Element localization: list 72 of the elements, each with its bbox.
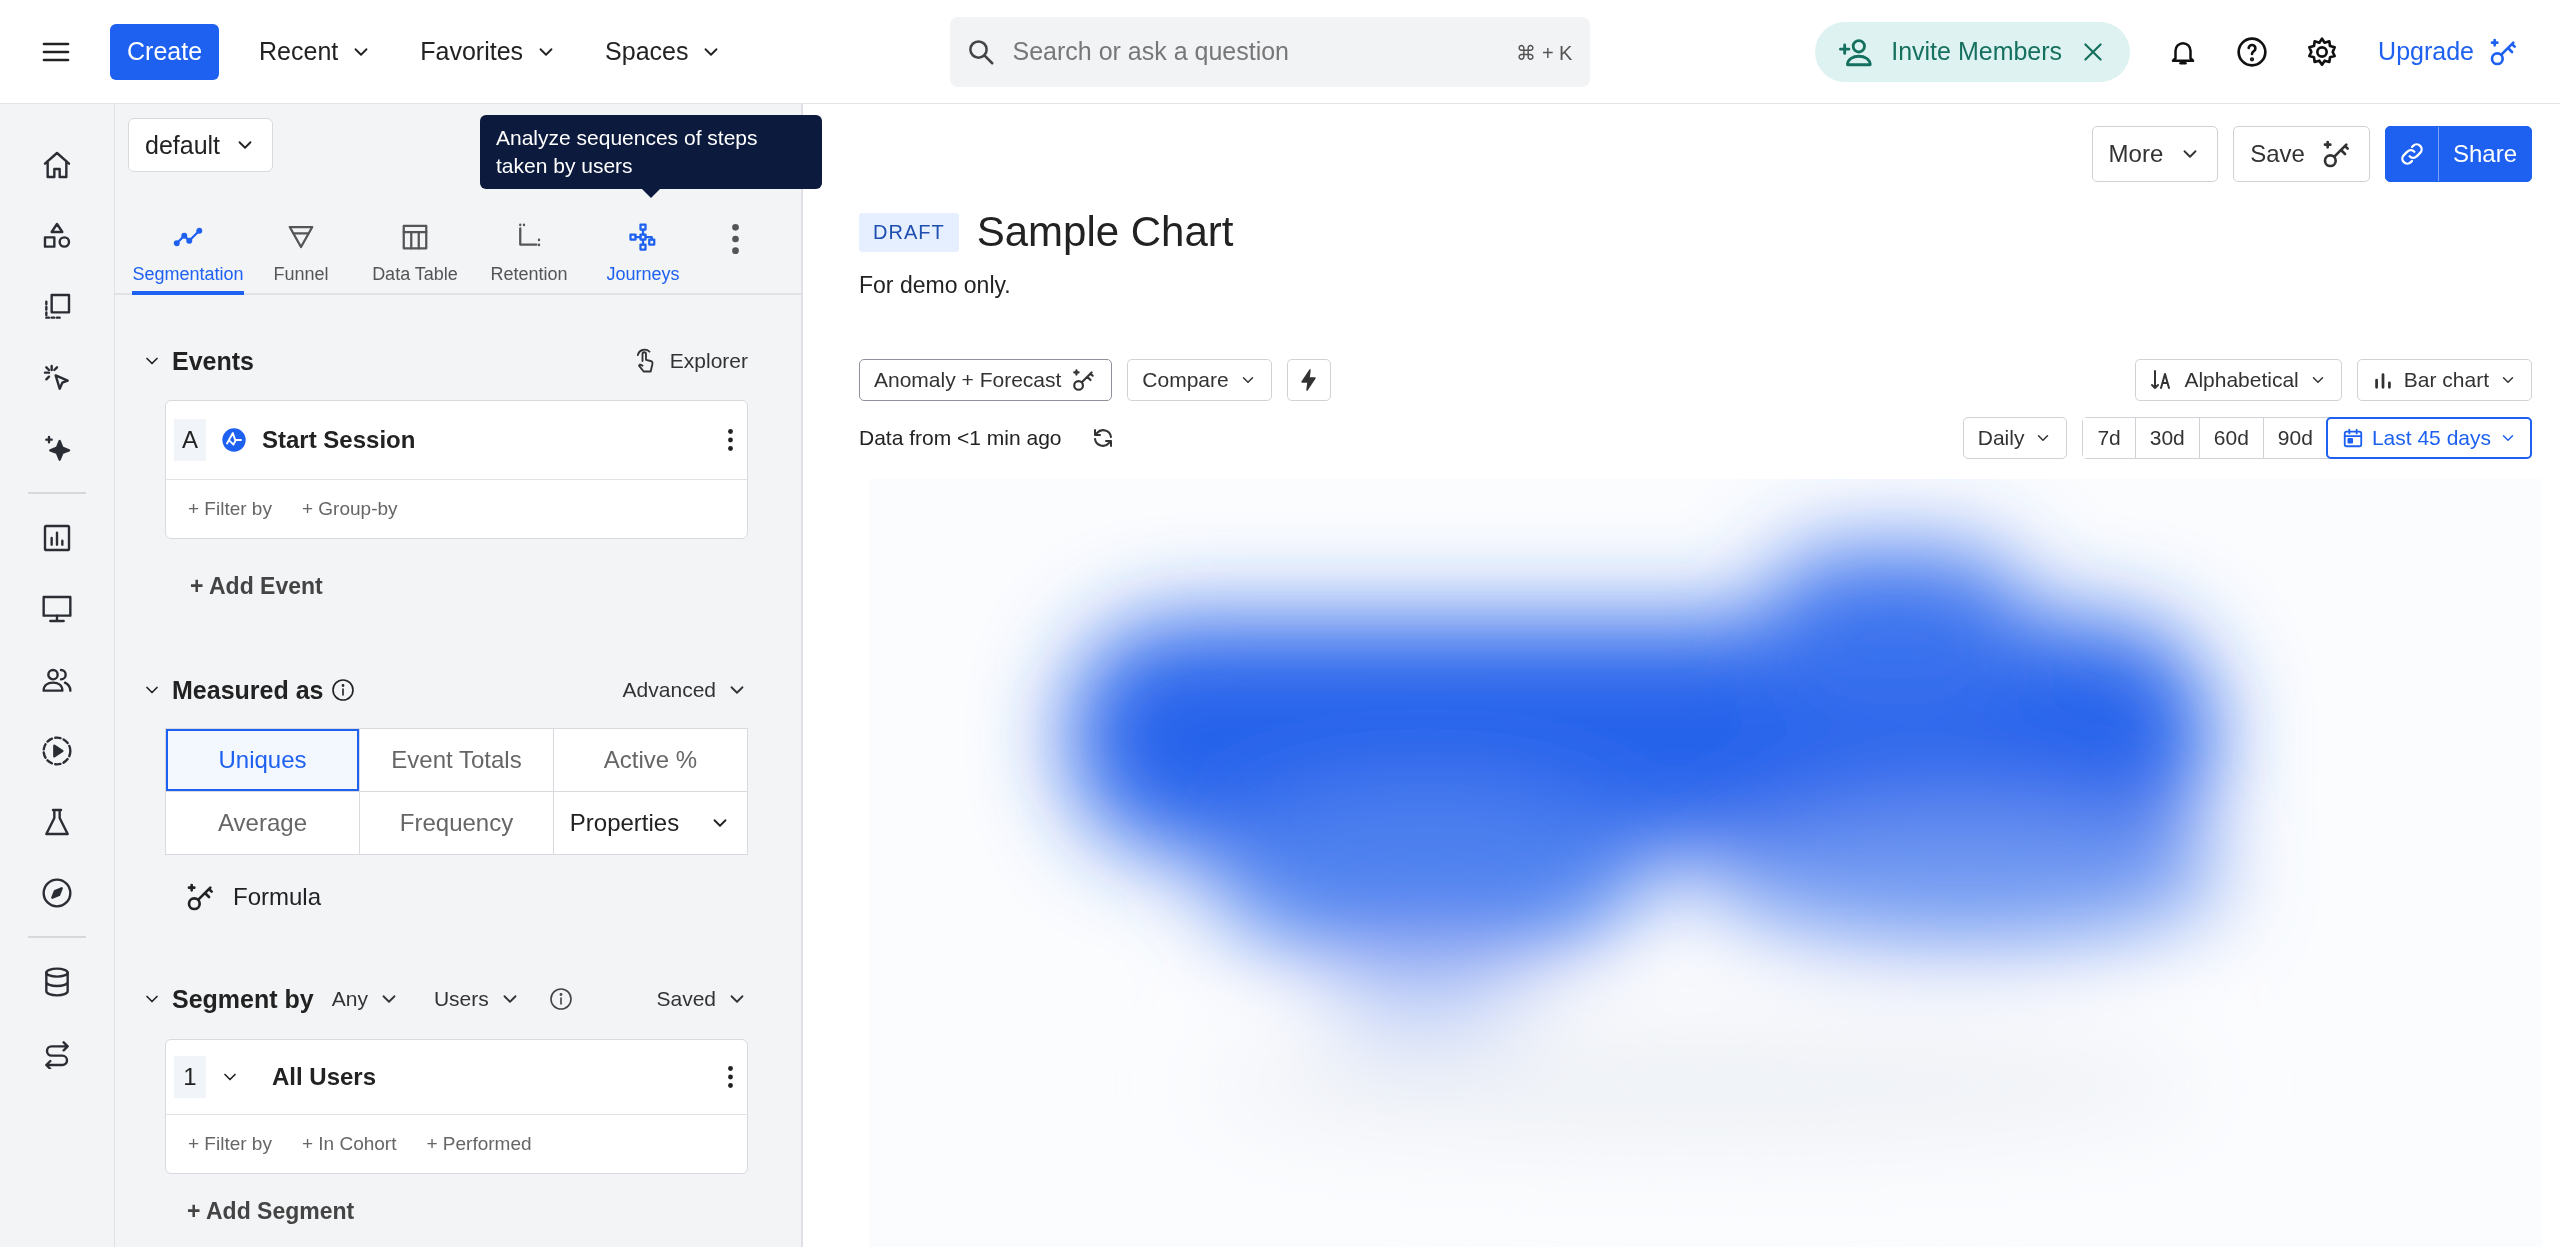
add-event-button[interactable]: + Add Event	[190, 573, 323, 600]
more-dropdown[interactable]: More	[2091, 126, 2219, 182]
info-icon	[548, 987, 573, 1011]
anomaly-forecast-button[interactable]: Anomaly + Forecast	[859, 359, 1113, 401]
more-icon	[728, 1066, 733, 1088]
measure-option[interactable]: Average	[166, 792, 359, 854]
chart-title: Sample Chart	[976, 208, 1234, 256]
mode-dropdown[interactable]: Advanced	[622, 678, 748, 702]
help-button[interactable]	[2236, 35, 2269, 68]
event-letter: A	[174, 419, 206, 461]
more-button[interactable]	[728, 1066, 733, 1088]
settings-icon	[2306, 35, 2339, 68]
create-button[interactable]: Create	[110, 23, 220, 80]
lightning-button[interactable]	[1286, 359, 1331, 401]
draft-badge: DRAFT	[859, 212, 959, 252]
dataset-dropdown[interactable]: default	[128, 118, 274, 172]
segment-name[interactable]: All Users	[272, 1063, 714, 1091]
add-link[interactable]: + Group-by	[301, 498, 398, 520]
segment-number: 1	[174, 1056, 206, 1098]
tooltip: Analyze sequences of steps taken by users	[480, 115, 822, 189]
date-range-option[interactable]: Last 45 days	[2326, 418, 2531, 458]
explorer-button[interactable]: Explorer	[631, 347, 748, 375]
measure-option[interactable]: Uniques	[166, 729, 359, 791]
help-icon	[2236, 35, 2269, 68]
tooltip-pointer	[642, 189, 660, 198]
more-button[interactable]	[728, 429, 733, 451]
chart-type-tab[interactable]: Retention	[472, 192, 586, 295]
more-icon	[728, 429, 733, 451]
flow-icon	[628, 222, 658, 252]
chart-type-tab[interactable]: Data Table	[358, 192, 472, 295]
measure-option[interactable]: Active %	[554, 729, 747, 791]
event-icon	[220, 426, 248, 454]
upgrade-button[interactable]: Upgrade	[2378, 35, 2520, 68]
add-segment-button[interactable]: + Add Segment	[187, 1198, 355, 1225]
invite-members-button[interactable]: Invite Members	[1815, 21, 2131, 82]
add-link[interactable]: + In Cohort	[301, 1133, 397, 1155]
chart-description: For demo only.	[859, 272, 1012, 299]
compass-icon[interactable]	[41, 876, 73, 909]
measure-option[interactable]: Event Totals	[360, 729, 553, 791]
save-button[interactable]: Save	[2233, 126, 2370, 182]
chart-type-tab[interactable]: Journeys	[586, 192, 700, 295]
saved-dropdown[interactable]: Saved	[656, 987, 748, 1011]
shortcut-hint: ⌘ + K	[1516, 40, 1573, 65]
chart-type-dropdown[interactable]: Bar chart	[2356, 359, 2532, 401]
measure-option[interactable]: Frequency	[360, 792, 553, 854]
add-link[interactable]: + Performed	[426, 1133, 532, 1155]
measure-option[interactable]: Properties	[554, 792, 747, 854]
add-link[interactable]: + Filter by	[188, 498, 272, 520]
section-title: Events	[172, 346, 254, 376]
chart-type-tab[interactable]: Segmentation	[132, 192, 244, 295]
nav-menu[interactable]: Spaces	[597, 23, 731, 80]
sort-dropdown[interactable]: Alphabetical	[2135, 359, 2342, 401]
interval-dropdown[interactable]: Daily	[1962, 417, 2068, 459]
table-icon	[400, 222, 430, 252]
chart-type-tab[interactable]: Funnel	[244, 192, 358, 295]
nav-menu[interactable]: Favorites	[412, 23, 566, 80]
info-icon	[331, 678, 356, 702]
settings-button[interactable]	[2306, 35, 2339, 68]
section-title: Segment by	[172, 984, 314, 1014]
share-button[interactable]: Share	[2384, 126, 2532, 182]
data-freshness: Data from <1 min ago	[859, 426, 1062, 450]
add-link[interactable]: + Filter by	[188, 1133, 272, 1155]
play-icon[interactable]	[41, 734, 73, 767]
users-dropdown[interactable]: Users	[433, 987, 521, 1011]
section-title: Measured as	[172, 675, 324, 705]
any-dropdown[interactable]: Any	[331, 987, 400, 1011]
compare-dropdown[interactable]: Compare	[1127, 359, 1272, 401]
calendar-icon	[2341, 427, 2364, 449]
event-name[interactable]: Start Session	[262, 426, 714, 454]
more-icon	[731, 224, 739, 254]
nav-menu[interactable]: Recent	[251, 23, 381, 80]
formula-button[interactable]: Formula	[185, 875, 322, 919]
